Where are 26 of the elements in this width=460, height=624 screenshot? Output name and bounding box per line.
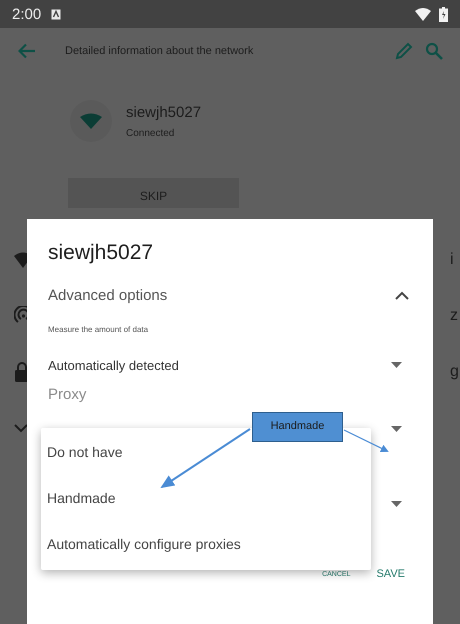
clock-text: 2:00: [12, 6, 42, 22]
chevron-down-icon: [14, 424, 28, 432]
menu-option[interactable]: Automatically configure proxies: [41, 521, 371, 567]
annotation-arrow: [344, 429, 389, 452]
row-value: z: [450, 307, 458, 325]
notification-icon: [51, 8, 62, 20]
row-value: i: [450, 251, 455, 269]
chevron-up-icon[interactable]: [395, 290, 409, 300]
network-name: siewjh5027: [126, 104, 202, 120]
section-label: Advanced options: [48, 286, 168, 304]
dropdown-arrow-icon[interactable]: [391, 426, 402, 432]
dialog-title: siewjh5027: [48, 240, 154, 266]
menu-option[interactable]: Handmade: [41, 475, 371, 521]
wifi-signal-icon: [415, 8, 431, 20]
battery-icon: [439, 6, 448, 22]
dropdown-value[interactable]: Automatically detected: [48, 358, 179, 372]
connection-status: Connected: [126, 128, 176, 138]
dropdown-arrow-icon[interactable]: [391, 362, 402, 368]
wifi-icon: [80, 113, 102, 129]
row-value: g: [450, 363, 458, 381]
annotation-label: Handmade: [252, 412, 343, 442]
save-button[interactable]: SAVE: [376, 566, 405, 582]
dropdown-arrow-icon[interactable]: [391, 501, 402, 507]
field-label: Proxy: [48, 386, 88, 405]
screen-title: Detailed information about the network: [65, 45, 254, 57]
field-label: Measure the amount of data: [48, 325, 150, 335]
